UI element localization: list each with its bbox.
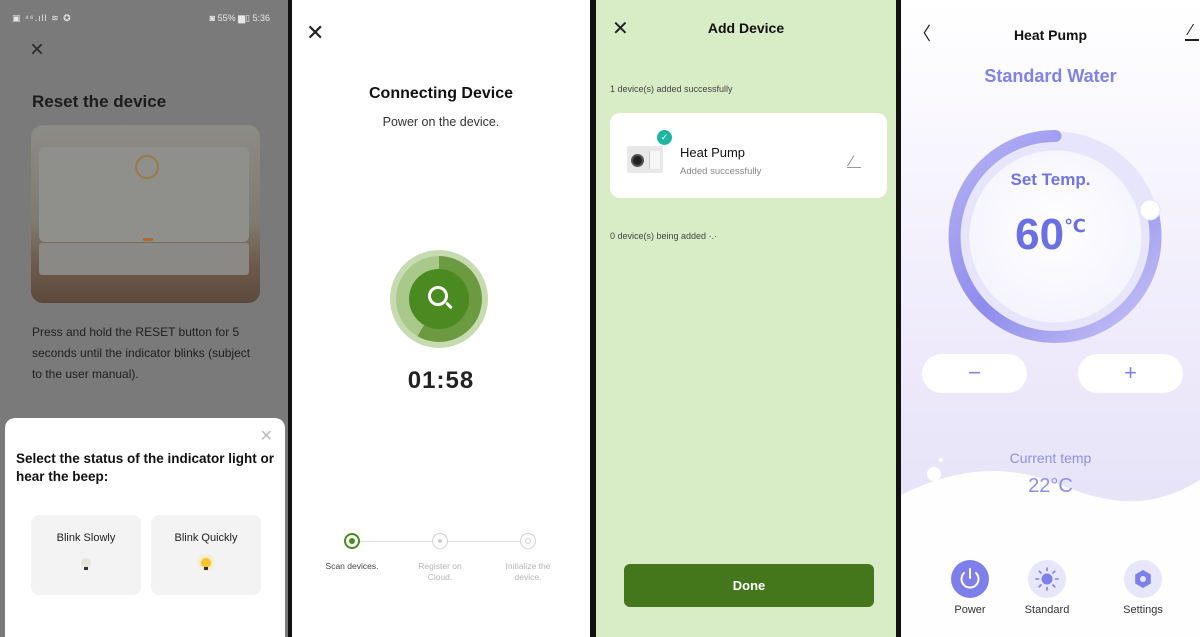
page-title: Add Device <box>707 20 785 36</box>
bulb-icon <box>81 558 91 570</box>
device-photo <box>31 125 260 303</box>
device-card[interactable]: ✓ Heat Pump Added successfully ∕ <box>610 113 887 198</box>
done-button[interactable]: Done <box>624 564 874 607</box>
page-subtitle: Power on the device. <box>382 115 500 129</box>
adding-count-note: 0 device(s) being added ·.· <box>610 231 718 241</box>
standard-label: Standard <box>1024 604 1070 616</box>
connecting-device-screen: ✕ Connecting Device Power on the device.… <box>292 0 590 637</box>
step-register-dot <box>432 533 448 549</box>
reset-device-screen: ▣ ⁴⁶.ıll ≋ ✪ ◙ 55% ▆▯ 5:36 × Reset the d… <box>0 0 288 637</box>
heat-pump-thumbnail <box>627 146 663 173</box>
page-title: Connecting Device <box>368 85 514 102</box>
standard-mode-button[interactable] <box>1028 560 1066 598</box>
scan-progress-arc <box>396 256 482 342</box>
device-status: Added successfully <box>680 166 762 177</box>
sheet-title: Select the status of the indicator light… <box>16 451 275 484</box>
status-battery-time: ◙ 55% ▆▯ 5:36 <box>209 13 270 23</box>
set-temp-value: 60℃ <box>901 210 1200 260</box>
fan-icon <box>631 154 644 167</box>
current-temp-value: 22°C <box>1028 475 1073 497</box>
close-icon[interactable]: ✕ <box>306 20 324 46</box>
scan-progress-ring <box>390 250 488 348</box>
bulb-icon <box>201 558 211 570</box>
step-initialize-dot <box>520 533 536 549</box>
heat-pump-control-screen: 〈 Heat Pump ∕ Standard Water Set Temp. 6… <box>901 0 1200 637</box>
indicator-led <box>143 238 153 241</box>
check-icon: ✓ <box>657 130 672 145</box>
add-device-screen: ✕ Add Device 1 device(s) added successfu… <box>596 0 896 637</box>
increase-temp-button[interactable]: + <box>1078 354 1183 393</box>
settings-label: Settings <box>1123 604 1163 616</box>
gear-icon <box>1135 570 1151 588</box>
device-name: Heat Pump <box>680 145 746 160</box>
blink-quickly-option[interactable]: Blink Quickly <box>151 515 261 595</box>
reset-instructions: Press and hold the RESET button for 5 se… <box>32 325 251 381</box>
sheet-close-icon[interactable]: ✕ <box>260 426 273 446</box>
option-label: Blink Slowly <box>56 532 116 544</box>
mode-title: Standard Water <box>984 66 1117 86</box>
step-initialize-label: Initialize the device. <box>505 561 551 582</box>
search-badge <box>409 269 469 329</box>
power-icon <box>960 568 980 589</box>
power-label: Power <box>954 604 986 616</box>
step-scan-label: Scan devices. <box>325 561 379 571</box>
sun-icon <box>1035 567 1059 591</box>
close-icon[interactable]: × <box>30 38 44 62</box>
edit-icon[interactable]: ∕ <box>847 153 861 170</box>
current-temp-label: Current temp <box>1009 450 1092 466</box>
device-side-panel <box>649 151 660 169</box>
edit-icon[interactable]: ∕ <box>1185 22 1200 41</box>
page-title: Reset the device <box>32 92 167 111</box>
option-label: Blink Quickly <box>174 532 238 544</box>
power-button[interactable] <box>951 560 989 598</box>
added-count-note: 1 device(s) added successfully <box>610 84 733 94</box>
set-temp-unit: ℃ <box>1064 216 1086 236</box>
set-temp-label: Set Temp. <box>1010 170 1091 189</box>
page-title: Heat Pump <box>1013 27 1088 43</box>
step-scan-dot <box>344 533 360 549</box>
decrease-temp-button[interactable]: − <box>922 354 1027 393</box>
power-indicator <box>135 155 159 179</box>
status-bar: ▣ ⁴⁶.ıll ≋ ✪ ◙ 55% ▆▯ 5:36 <box>0 0 288 28</box>
blink-slowly-option[interactable]: Blink Slowly <box>31 515 141 595</box>
countdown-timer: 01:58 <box>407 367 475 394</box>
step-register-label: Register on Cloud. <box>418 561 462 582</box>
settings-button[interactable] <box>1124 560 1162 598</box>
search-icon-handle <box>445 301 453 310</box>
set-temp-number: 60 <box>1015 210 1065 259</box>
indicator-status-sheet: ✕ Select the status of the indicator lig… <box>5 418 285 637</box>
status-icons: ▣ ⁴⁶.ıll ≋ ✪ <box>12 13 72 23</box>
device-base <box>39 243 249 275</box>
